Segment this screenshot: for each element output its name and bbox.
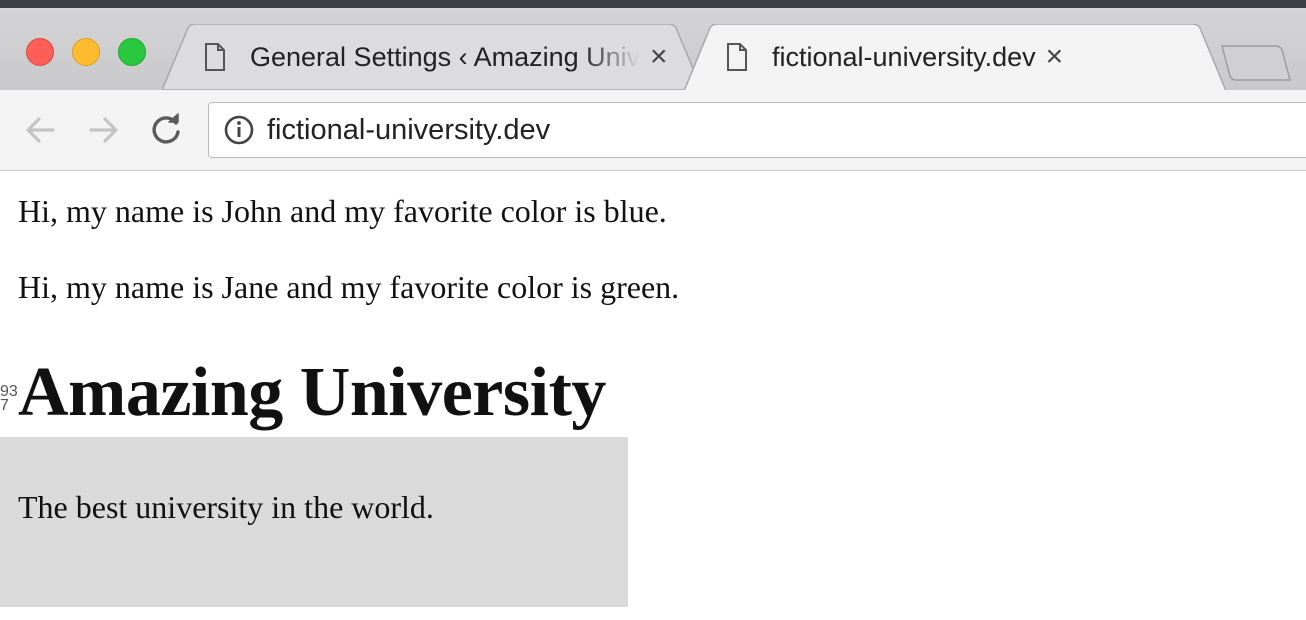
paragraph-john: Hi, my name is John and my favorite colo… bbox=[18, 193, 667, 229]
arrow-left-icon bbox=[26, 117, 55, 143]
close-tab-icon[interactable]: × bbox=[650, 42, 668, 72]
browser-toolbar: fictional-university.dev bbox=[0, 90, 1306, 171]
window-minimize-button[interactable] bbox=[72, 38, 100, 66]
reload-icon bbox=[152, 113, 180, 144]
tagline: The best university in the world. bbox=[18, 489, 434, 525]
edge-counter-line: 7 bbox=[0, 397, 9, 414]
close-tab-icon[interactable]: × bbox=[1046, 42, 1064, 72]
window-top-strip bbox=[0, 0, 1306, 8]
window-maximize-button[interactable] bbox=[118, 38, 146, 66]
address-bar[interactable]: fictional-university.dev bbox=[208, 102, 1306, 158]
tab-title: General Settings ‹ Amazing University — … bbox=[250, 41, 640, 72]
edge-counter: 93 7 bbox=[0, 384, 18, 414]
tab-bar: General Settings ‹ Amazing University — … bbox=[0, 8, 1306, 91]
tab-fictional-university[interactable]: fictional-university.dev × bbox=[684, 24, 1226, 90]
paragraph-jane: Hi, my name is Jane and my favorite colo… bbox=[18, 269, 680, 305]
back-button[interactable] bbox=[20, 110, 60, 150]
tagline-box: The best university in the world. bbox=[0, 437, 628, 607]
arrow-right-icon bbox=[89, 117, 118, 143]
tab-title: fictional-university.dev bbox=[772, 41, 1036, 72]
reload-button[interactable] bbox=[146, 110, 186, 150]
tab-general-settings[interactable]: General Settings ‹ Amazing University — … bbox=[162, 24, 702, 90]
url-text: fictional-university.dev bbox=[267, 113, 551, 146]
new-tab-button[interactable] bbox=[1218, 42, 1292, 84]
document-icon bbox=[205, 43, 225, 71]
document-icon bbox=[727, 43, 747, 71]
info-icon[interactable] bbox=[223, 114, 255, 146]
site-title: Amazing University bbox=[18, 354, 606, 431]
page-content: Hi, my name is John and my favorite colo… bbox=[0, 171, 1306, 620]
window-close-button[interactable] bbox=[26, 38, 54, 66]
forward-button[interactable] bbox=[84, 110, 124, 150]
